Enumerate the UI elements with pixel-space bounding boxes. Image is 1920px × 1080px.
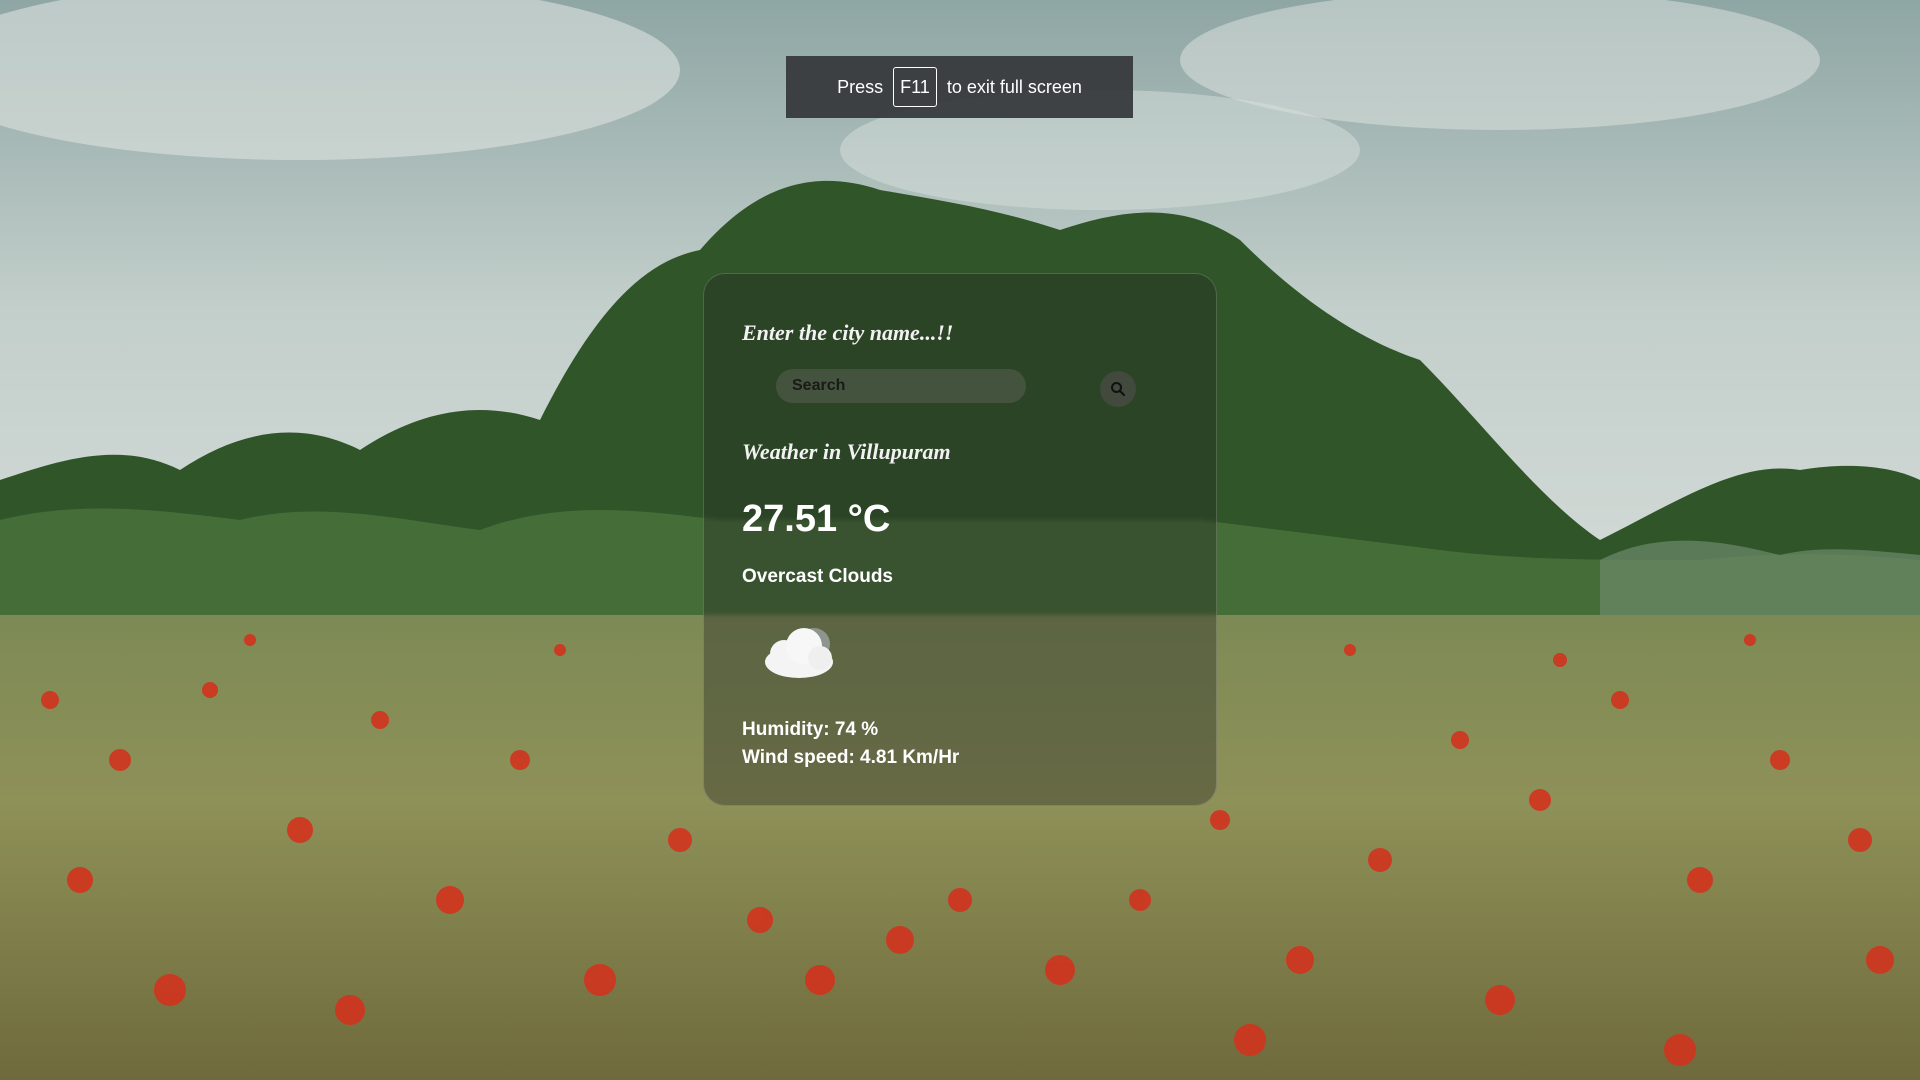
wind-speed-readout: Wind speed: 4.81 Km/Hr <box>742 747 960 768</box>
toast-press-text: Press <box>837 76 884 97</box>
temperature-value: 27.51 °C <box>742 498 891 540</box>
magnifier-icon <box>1111 382 1126 397</box>
city-search-input[interactable] <box>776 369 1026 403</box>
humidity-readout: Humidity: 74 % <box>742 719 879 740</box>
weather-description: Overcast Clouds <box>742 566 893 587</box>
weather-card: Enter the city name...!! Weather in Vill… <box>703 273 1217 806</box>
search-button[interactable] <box>1100 371 1136 407</box>
city-heading: Weather in Villupuram <box>742 439 951 464</box>
city-prompt-heading: Enter the city name...!! <box>742 320 954 345</box>
fullscreen-exit-toast: Press F11 to exit full screen <box>786 56 1133 118</box>
toast-key-badge: F11 <box>893 67 937 107</box>
toast-suffix-text: to exit full screen <box>946 76 1082 97</box>
cloud-icon <box>765 628 833 678</box>
